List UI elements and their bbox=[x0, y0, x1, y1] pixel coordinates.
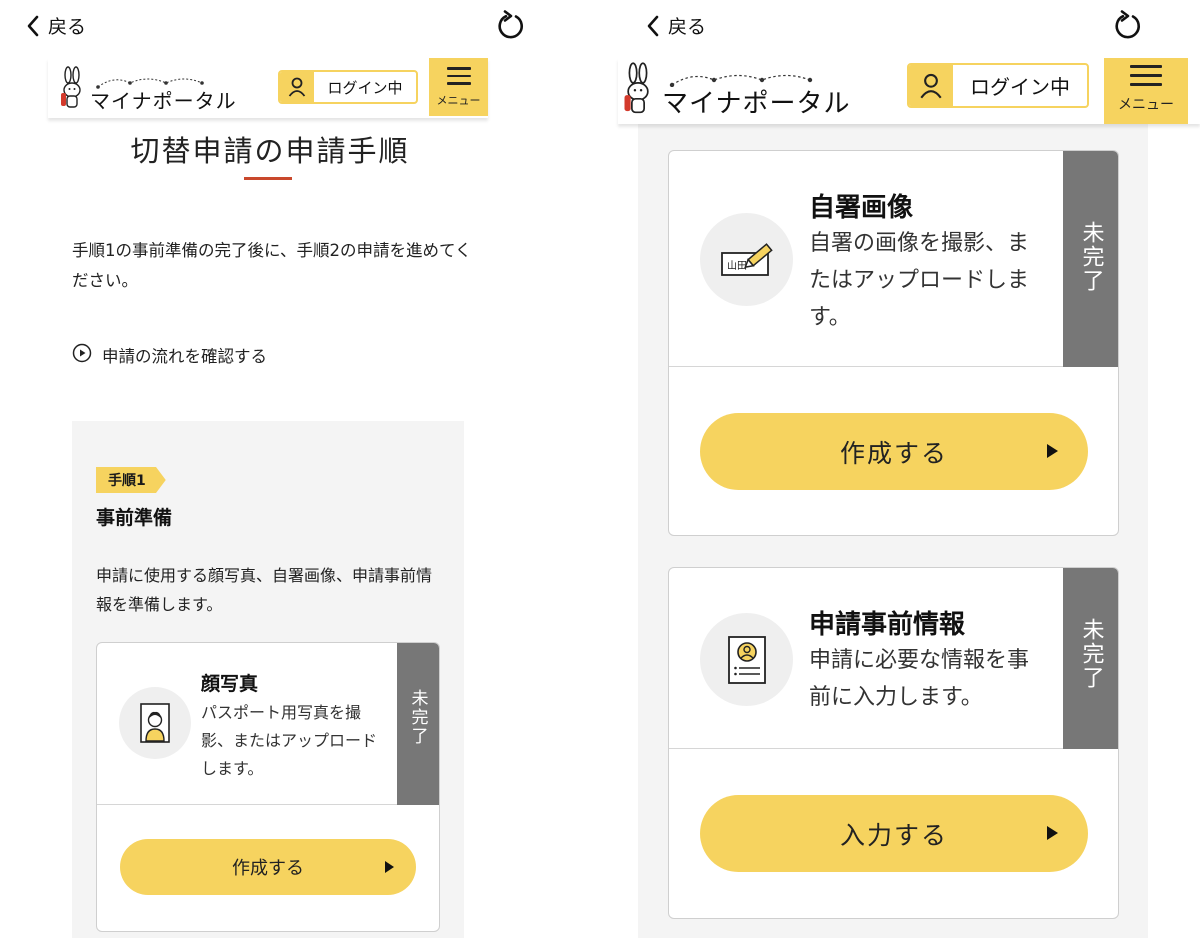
signature-sample-text: 山田 bbox=[727, 260, 747, 272]
login-label: ログイン中 bbox=[327, 78, 403, 97]
status-badge: 未完了 bbox=[1063, 568, 1118, 749]
person-icon bbox=[280, 72, 314, 102]
logo-arc-decoration bbox=[96, 78, 204, 89]
page-title: 切替申請の申請手順 bbox=[130, 134, 410, 168]
flow-link[interactable]: 申請の流れを確認する bbox=[72, 343, 267, 367]
signature-icon: 山田 bbox=[700, 213, 793, 306]
status-badge: 未完了 bbox=[1063, 151, 1118, 367]
mascot-icon bbox=[620, 62, 656, 120]
status-text: 未完了 bbox=[407, 689, 428, 746]
play-circle-icon bbox=[72, 343, 92, 367]
menu-label: メニュー bbox=[436, 94, 481, 107]
menu-label: メニュー bbox=[1118, 97, 1174, 113]
status-text: 未完了 bbox=[1078, 221, 1104, 293]
step1-tag: 手順1 bbox=[96, 467, 166, 493]
face-photo-card: 顔写真 パスポート用写真を撮影、またはアップロードします。 未完了 作成する bbox=[96, 642, 440, 932]
card-top: 山田 自署画像 自署の画像を撮影、またはアップロードします。 未完了 bbox=[669, 151, 1118, 367]
person-icon bbox=[909, 65, 953, 106]
back-button[interactable]: 戻る bbox=[646, 12, 706, 39]
login-status-button[interactable]: ログイン中 bbox=[907, 63, 1089, 108]
signature-card: 山田 自署画像 自署の画像を撮影、またはアップロードします。 未完了 作成する bbox=[668, 150, 1119, 536]
create-signature-button[interactable]: 作成する bbox=[700, 413, 1088, 490]
card-top: 申請事前情報 申請に必要な情報を事前に入力します。 未完了 bbox=[669, 568, 1118, 749]
mynaportal-logo[interactable]: マイナポータル bbox=[58, 66, 237, 114]
card-title: 自署画像 bbox=[809, 193, 914, 223]
title-underline bbox=[244, 177, 292, 180]
flow-link-label: 申請の流れを確認する bbox=[102, 347, 267, 366]
chevron-left-icon bbox=[26, 15, 40, 37]
login-status-button[interactable]: ログイン中 bbox=[278, 70, 418, 104]
create-face-photo-button[interactable]: 作成する bbox=[120, 839, 416, 895]
card-title: 顔写真 bbox=[201, 673, 259, 695]
play-arrow-icon bbox=[1047, 444, 1058, 458]
input-pre-info-button[interactable]: 入力する bbox=[700, 795, 1088, 872]
logo-text: マイナポータル bbox=[90, 89, 237, 113]
reload-icon[interactable] bbox=[1114, 10, 1142, 44]
mynaportal-logo[interactable]: マイナポータル bbox=[620, 62, 850, 120]
card-description: 申請に必要な情報を事前に入力します。 bbox=[809, 648, 1030, 710]
card-description: 自署の画像を撮影、またはアップロードします。 bbox=[809, 231, 1030, 330]
logo-text: マイナポータル bbox=[662, 89, 851, 119]
pre-info-card: 申請事前情報 申請に必要な情報を事前に入力します。 未完了 入力する bbox=[668, 567, 1119, 919]
step1-heading: 事前準備 bbox=[96, 507, 173, 529]
login-label: ログイン中 bbox=[970, 75, 1070, 99]
top-nav-bar: 戻る bbox=[0, 0, 540, 50]
top-nav-bar: 戻る bbox=[600, 0, 1200, 50]
site-header: マイナポータル ログイン中 メニュー bbox=[48, 58, 488, 118]
logo-arc-decoration bbox=[669, 74, 813, 87]
left-screen: 戻る マイナポータル ログイン中 メニュー 切替申請の申請手順 手順1の事前準備… bbox=[0, 0, 540, 938]
menu-button[interactable]: メニュー bbox=[1104, 58, 1188, 124]
button-label: 作成する bbox=[232, 858, 304, 879]
intro-text: 手順1の事前準備の完了後に、手順2の申請を進めてください。 bbox=[72, 241, 472, 290]
hamburger-icon bbox=[446, 67, 471, 85]
face-photo-icon bbox=[119, 687, 191, 759]
play-arrow-icon bbox=[1047, 826, 1058, 840]
menu-button[interactable]: メニュー bbox=[429, 58, 488, 116]
status-text: 未完了 bbox=[1078, 618, 1104, 690]
step1-description: 申請に使用する顔写真、自署画像、申請事前情報を準備します。 bbox=[96, 566, 433, 614]
button-label: 作成する bbox=[839, 438, 948, 468]
document-icon bbox=[700, 613, 793, 706]
status-badge: 未完了 bbox=[397, 643, 439, 805]
card-top: 顔写真 パスポート用写真を撮影、またはアップロードします。 未完了 bbox=[97, 643, 439, 805]
play-arrow-icon bbox=[385, 861, 394, 873]
back-label: 戻る bbox=[668, 16, 707, 38]
hamburger-icon bbox=[1130, 65, 1162, 86]
mascot-icon bbox=[58, 66, 86, 114]
button-label: 入力する bbox=[839, 820, 948, 850]
card-title: 申請事前情報 bbox=[809, 610, 966, 640]
reload-icon[interactable] bbox=[497, 10, 525, 44]
back-label: 戻る bbox=[48, 16, 87, 38]
back-button[interactable]: 戻る bbox=[26, 12, 86, 39]
chevron-left-icon bbox=[646, 15, 660, 37]
card-description: パスポート用写真を撮影、またはアップロードします。 bbox=[201, 703, 378, 778]
site-header: マイナポータル ログイン中 メニュー bbox=[618, 58, 1200, 124]
